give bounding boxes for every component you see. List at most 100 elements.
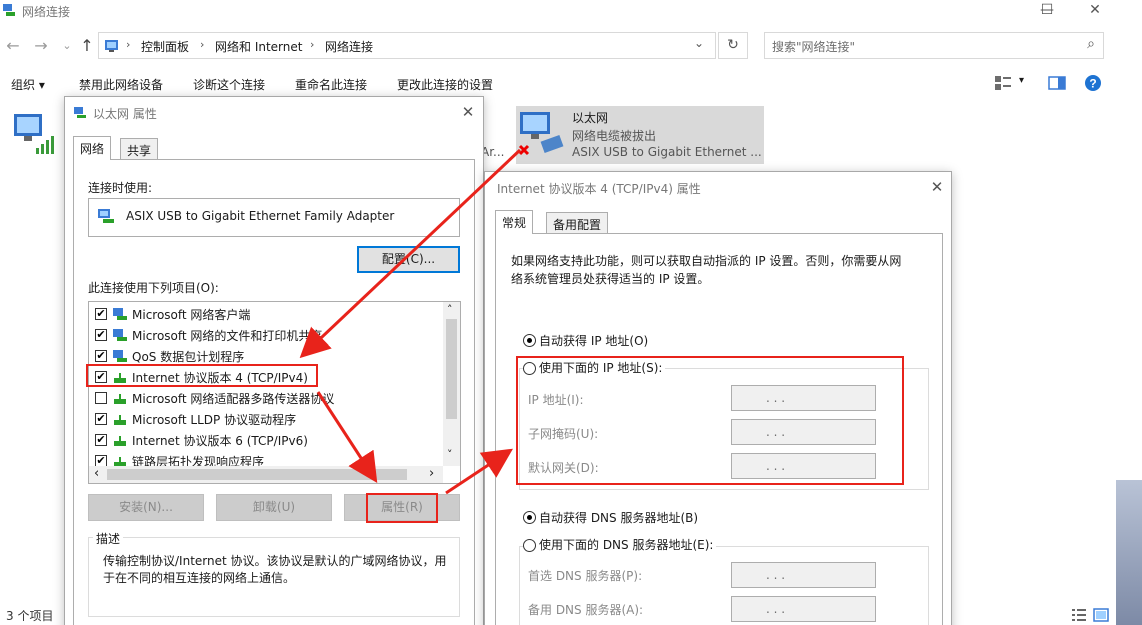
- description-label: 描述: [93, 530, 124, 547]
- manual-dns-label: 使用下面的 DNS 服务器地址(E):: [536, 536, 717, 553]
- network-connections-icon: [3, 4, 15, 16]
- item-checkbox[interactable]: ✔: [95, 308, 107, 320]
- uninstall-button[interactable]: 卸载(U): [216, 494, 332, 521]
- maximize-button[interactable]: ☐: [1024, 0, 1070, 24]
- alternate-dns-field[interactable]: . . .: [731, 596, 876, 622]
- alternate-dns-label: 备用 DNS 服务器(A):: [528, 603, 644, 617]
- connect-using-label: 连接时使用:: [88, 181, 153, 195]
- change-view-icon[interactable]: [994, 75, 1012, 91]
- protocol-icon: [114, 394, 126, 404]
- vertical-scrollbar[interactable]: ˄ ˅: [443, 302, 460, 466]
- hscroll-thumb[interactable]: [107, 469, 407, 480]
- close-icon[interactable]: ✕: [456, 101, 480, 123]
- search-icon: ⌕: [1087, 36, 1095, 52]
- adapter-field: ASIX USB to Gigabit Ethernet Family Adap…: [88, 198, 460, 237]
- tab-sharing[interactable]: 共享: [120, 138, 159, 160]
- svg-text:?: ?: [1089, 77, 1096, 91]
- protocol-icon: [114, 415, 126, 425]
- items-label: 此连接使用下列项目(O):: [88, 281, 219, 295]
- tab-general[interactable]: 常规: [495, 210, 534, 234]
- breadcrumb-control-panel[interactable]: 控制面板: [141, 38, 189, 55]
- preview-pane-icon[interactable]: [1048, 75, 1066, 91]
- service-icon: [113, 350, 127, 362]
- scroll-thumb[interactable]: [446, 319, 457, 419]
- rename-button[interactable]: 重命名此连接: [295, 76, 367, 93]
- horizontal-scrollbar[interactable]: ‹ ›: [89, 466, 443, 483]
- dialog-title: Internet 协议版本 4 (TCP/IPv4) 属性: [497, 182, 701, 196]
- install-button[interactable]: 安装(N)...: [88, 494, 204, 521]
- client-icon: [113, 329, 127, 341]
- scroll-right-icon[interactable]: ›: [429, 466, 434, 481]
- auto-dns-label: 自动获得 DNS 服务器地址(B): [539, 511, 699, 525]
- title-bar: 网络连接 — ☐ ✕: [0, 0, 1142, 24]
- forward-button[interactable]: →: [32, 37, 50, 55]
- adapter-name: ASIX USB to Gigabit Ethernet Family Adap…: [126, 209, 395, 223]
- tab-alternate[interactable]: 备用配置: [546, 212, 609, 234]
- ethernet-status: 网络电缆被拔出: [572, 129, 657, 143]
- status-bar-count: 3 个项目: [6, 609, 54, 623]
- diagnose-button[interactable]: 诊断这个连接: [193, 76, 265, 93]
- item-checkbox[interactable]: ✔: [95, 350, 107, 362]
- highlight-properties-button: [366, 493, 438, 523]
- preferred-dns-label: 首选 DNS 服务器(P):: [528, 569, 643, 583]
- adapter-icon: [74, 107, 86, 118]
- highlight-ipv4-item: [86, 364, 318, 387]
- tab-network[interactable]: 网络: [73, 136, 112, 160]
- dialog-title: 以太网 属性: [93, 107, 157, 121]
- help-icon[interactable]: ?: [1084, 74, 1102, 92]
- manual-dns-radio[interactable]: [523, 539, 536, 552]
- details-view-icon[interactable]: [1071, 608, 1087, 622]
- scroll-up-icon[interactable]: ˄: [447, 303, 453, 316]
- configure-button[interactable]: 配置(C)...: [357, 246, 460, 273]
- close-button[interactable]: ✕: [1072, 0, 1118, 24]
- ethernet-adapter: ASIX USB to Gigabit Ethernet ...: [572, 145, 762, 159]
- wifi-connection-icon[interactable]: [10, 110, 60, 156]
- large-icons-view-icon[interactable]: [1093, 608, 1109, 622]
- intro-text: 如果网络支持此功能，则可以获取自动指派的 IP 设置。否则，你需要从网络系统管理…: [511, 254, 902, 286]
- ip-dots: . . .: [766, 568, 786, 582]
- auto-ip-label: 自动获得 IP 地址(O): [539, 334, 649, 348]
- item-checkbox[interactable]: ✔: [95, 329, 107, 341]
- disable-device-button[interactable]: 禁用此网络设备: [79, 76, 163, 93]
- auto-dns-radio[interactable]: [523, 511, 536, 524]
- organize-menu[interactable]: 组织 ▾: [11, 76, 45, 93]
- preferred-dns-field[interactable]: . . .: [731, 562, 876, 588]
- close-icon[interactable]: ✕: [925, 176, 949, 198]
- protocol-icon: [114, 436, 126, 446]
- window-title: 网络连接: [22, 5, 71, 19]
- search-placeholder: 搜索"网络连接": [772, 40, 856, 54]
- network-adapter-icon: [98, 209, 114, 223]
- recent-locations-button[interactable]: ⌄: [58, 37, 76, 55]
- item-checkbox[interactable]: ✔: [95, 434, 107, 446]
- description-text: 传输控制协议/Internet 协议。该协议是默认的广域网络协议，用于在不同的相…: [103, 554, 447, 585]
- item-label: QoS 数据包计划程序: [132, 350, 245, 364]
- partial-connection-label: Ar...: [481, 145, 505, 159]
- change-settings-button[interactable]: 更改此连接的设置: [397, 76, 493, 93]
- ethernet-connection-icon: [518, 112, 564, 156]
- up-button[interactable]: ↑: [78, 37, 96, 55]
- desktop-background: [1116, 480, 1142, 625]
- refresh-button[interactable]: ↻: [718, 32, 748, 59]
- ethernet-name: 以太网: [572, 111, 609, 125]
- address-bar[interactable]: › 控制面板 › 网络和 Internet › 网络连接 ⌄: [98, 32, 716, 59]
- search-input[interactable]: 搜索"网络连接" ⌕: [764, 32, 1104, 59]
- breadcrumb-network-internet[interactable]: 网络和 Internet: [215, 38, 302, 55]
- scroll-down-icon[interactable]: ˅: [447, 448, 453, 461]
- item-checkbox[interactable]: ✔: [95, 413, 107, 425]
- breadcrumb-sep: ›: [310, 38, 315, 51]
- scroll-left-icon[interactable]: ‹: [94, 466, 99, 481]
- ip-dots: . . .: [766, 602, 786, 616]
- components-list[interactable]: ✔ Microsoft 网络客户端 ✔ Microsoft 网络的文件和打印机共…: [88, 301, 461, 484]
- item-checkbox[interactable]: [95, 392, 107, 404]
- auto-ip-radio[interactable]: [523, 334, 536, 347]
- breadcrumb-sep: ›: [200, 38, 205, 51]
- item-label: Microsoft 网络客户端: [132, 308, 251, 322]
- back-button[interactable]: ←: [4, 37, 22, 55]
- view-options-dropdown[interactable]: ▾: [1019, 75, 1024, 86]
- item-label: Internet 协议版本 6 (TCP/IPv6): [132, 434, 308, 448]
- address-dropdown-icon[interactable]: ⌄: [694, 36, 704, 50]
- breadcrumb-network-connections[interactable]: 网络连接: [325, 38, 373, 55]
- control-panel-icon: [105, 40, 118, 52]
- item-label: Microsoft LLDP 协议驱动程序: [132, 413, 297, 427]
- item-label: Microsoft 网络适配器多路传送器协议: [132, 392, 335, 406]
